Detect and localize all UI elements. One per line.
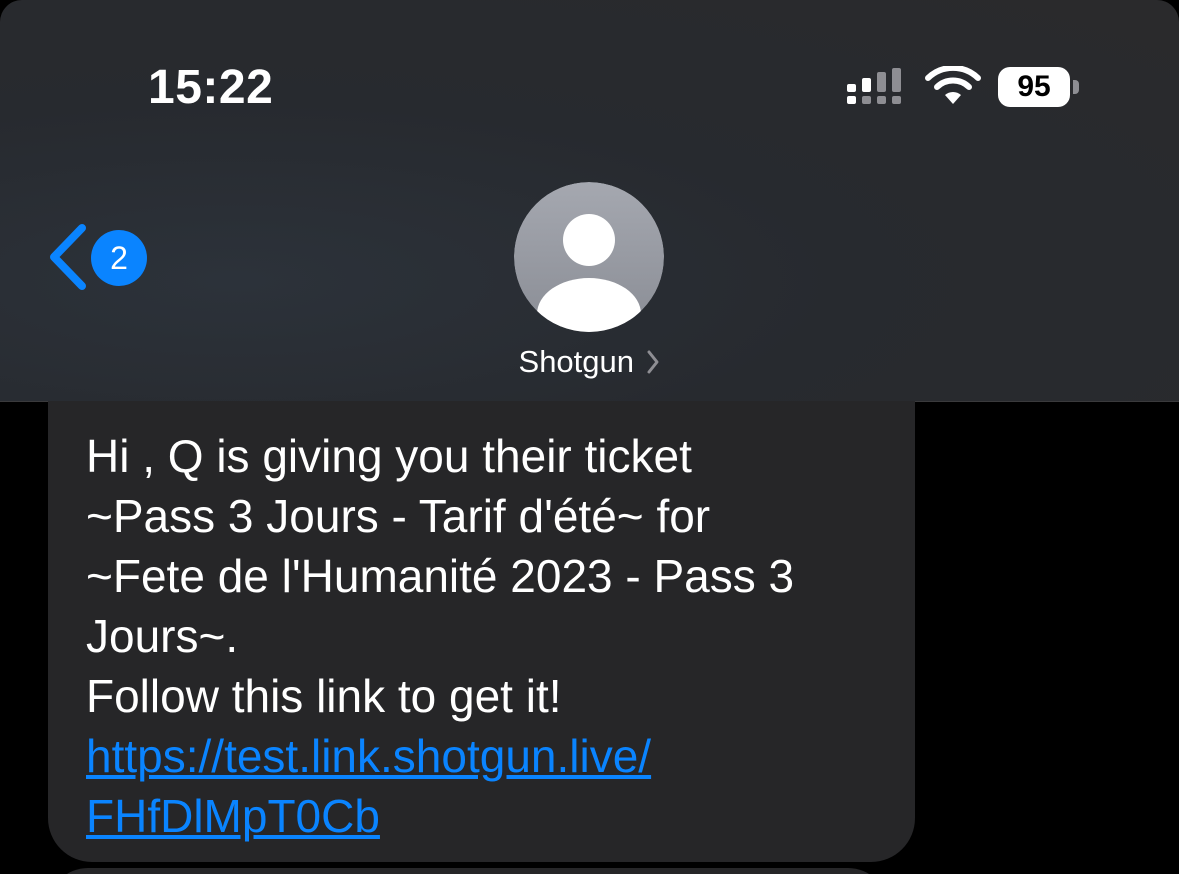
contact-avatar[interactable] — [514, 182, 664, 332]
cellular-signal-icon — [847, 68, 901, 104]
battery-icon: 95 — [998, 67, 1084, 107]
back-button[interactable]: 2 — [44, 222, 154, 292]
message-bubble[interactable]: Hi , Q is giving you their ticket ~Pass … — [48, 401, 915, 862]
message-bubble-next[interactable] — [48, 868, 888, 874]
message-text: Hi , Q is giving you their ticket ~Pass … — [86, 430, 795, 722]
unread-count-badge: 2 — [91, 230, 147, 286]
contact-name-button[interactable]: Shotgun — [0, 344, 1179, 380]
contact-name: Shotgun — [518, 344, 635, 379]
conversation-header: 15:22 95 2 Shotgun — [0, 0, 1179, 402]
message-link[interactable]: https://test.link.shotgun.live/ FHfDlMpT… — [86, 726, 885, 846]
wifi-icon — [925, 66, 981, 104]
person-avatar-icon — [514, 182, 664, 332]
chevron-right-icon — [647, 350, 659, 374]
messages-screen: 15:22 95 2 Shotgun Hi , Q is giving you … — [0, 0, 1179, 874]
chevron-left-icon — [50, 224, 86, 290]
battery-cap — [1073, 80, 1079, 94]
status-time: 15:22 — [148, 61, 274, 114]
battery-level: 95 — [998, 67, 1070, 107]
